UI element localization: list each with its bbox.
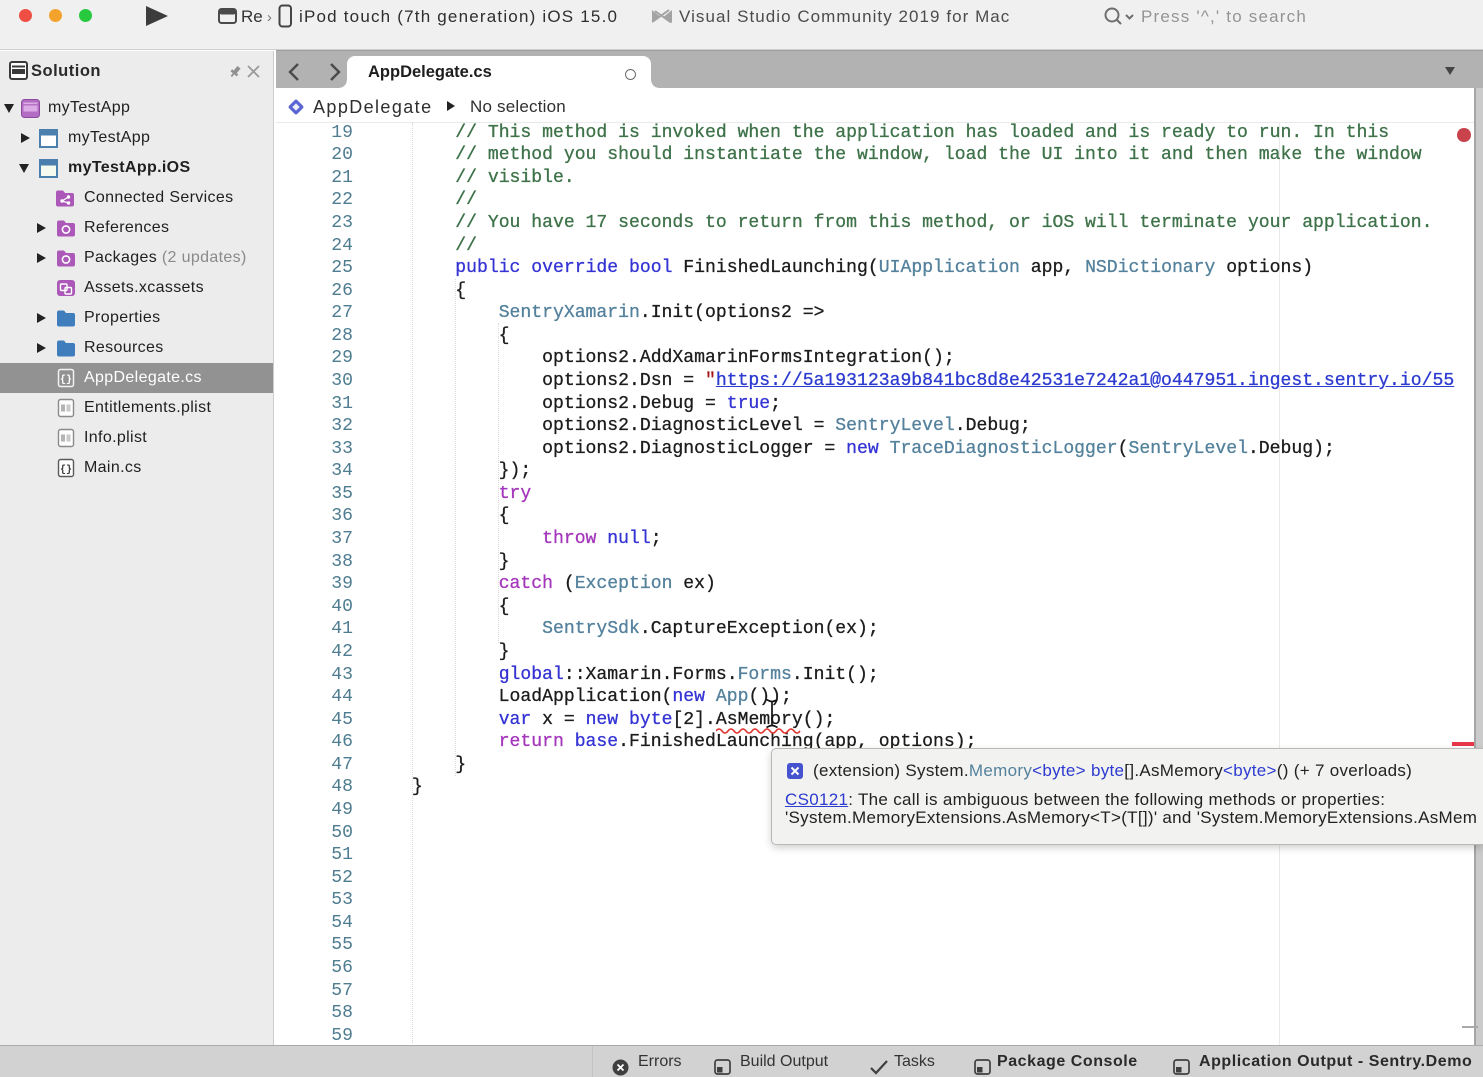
svg-text:{}: {}	[60, 464, 72, 476]
svg-text:{}: {}	[60, 374, 72, 386]
